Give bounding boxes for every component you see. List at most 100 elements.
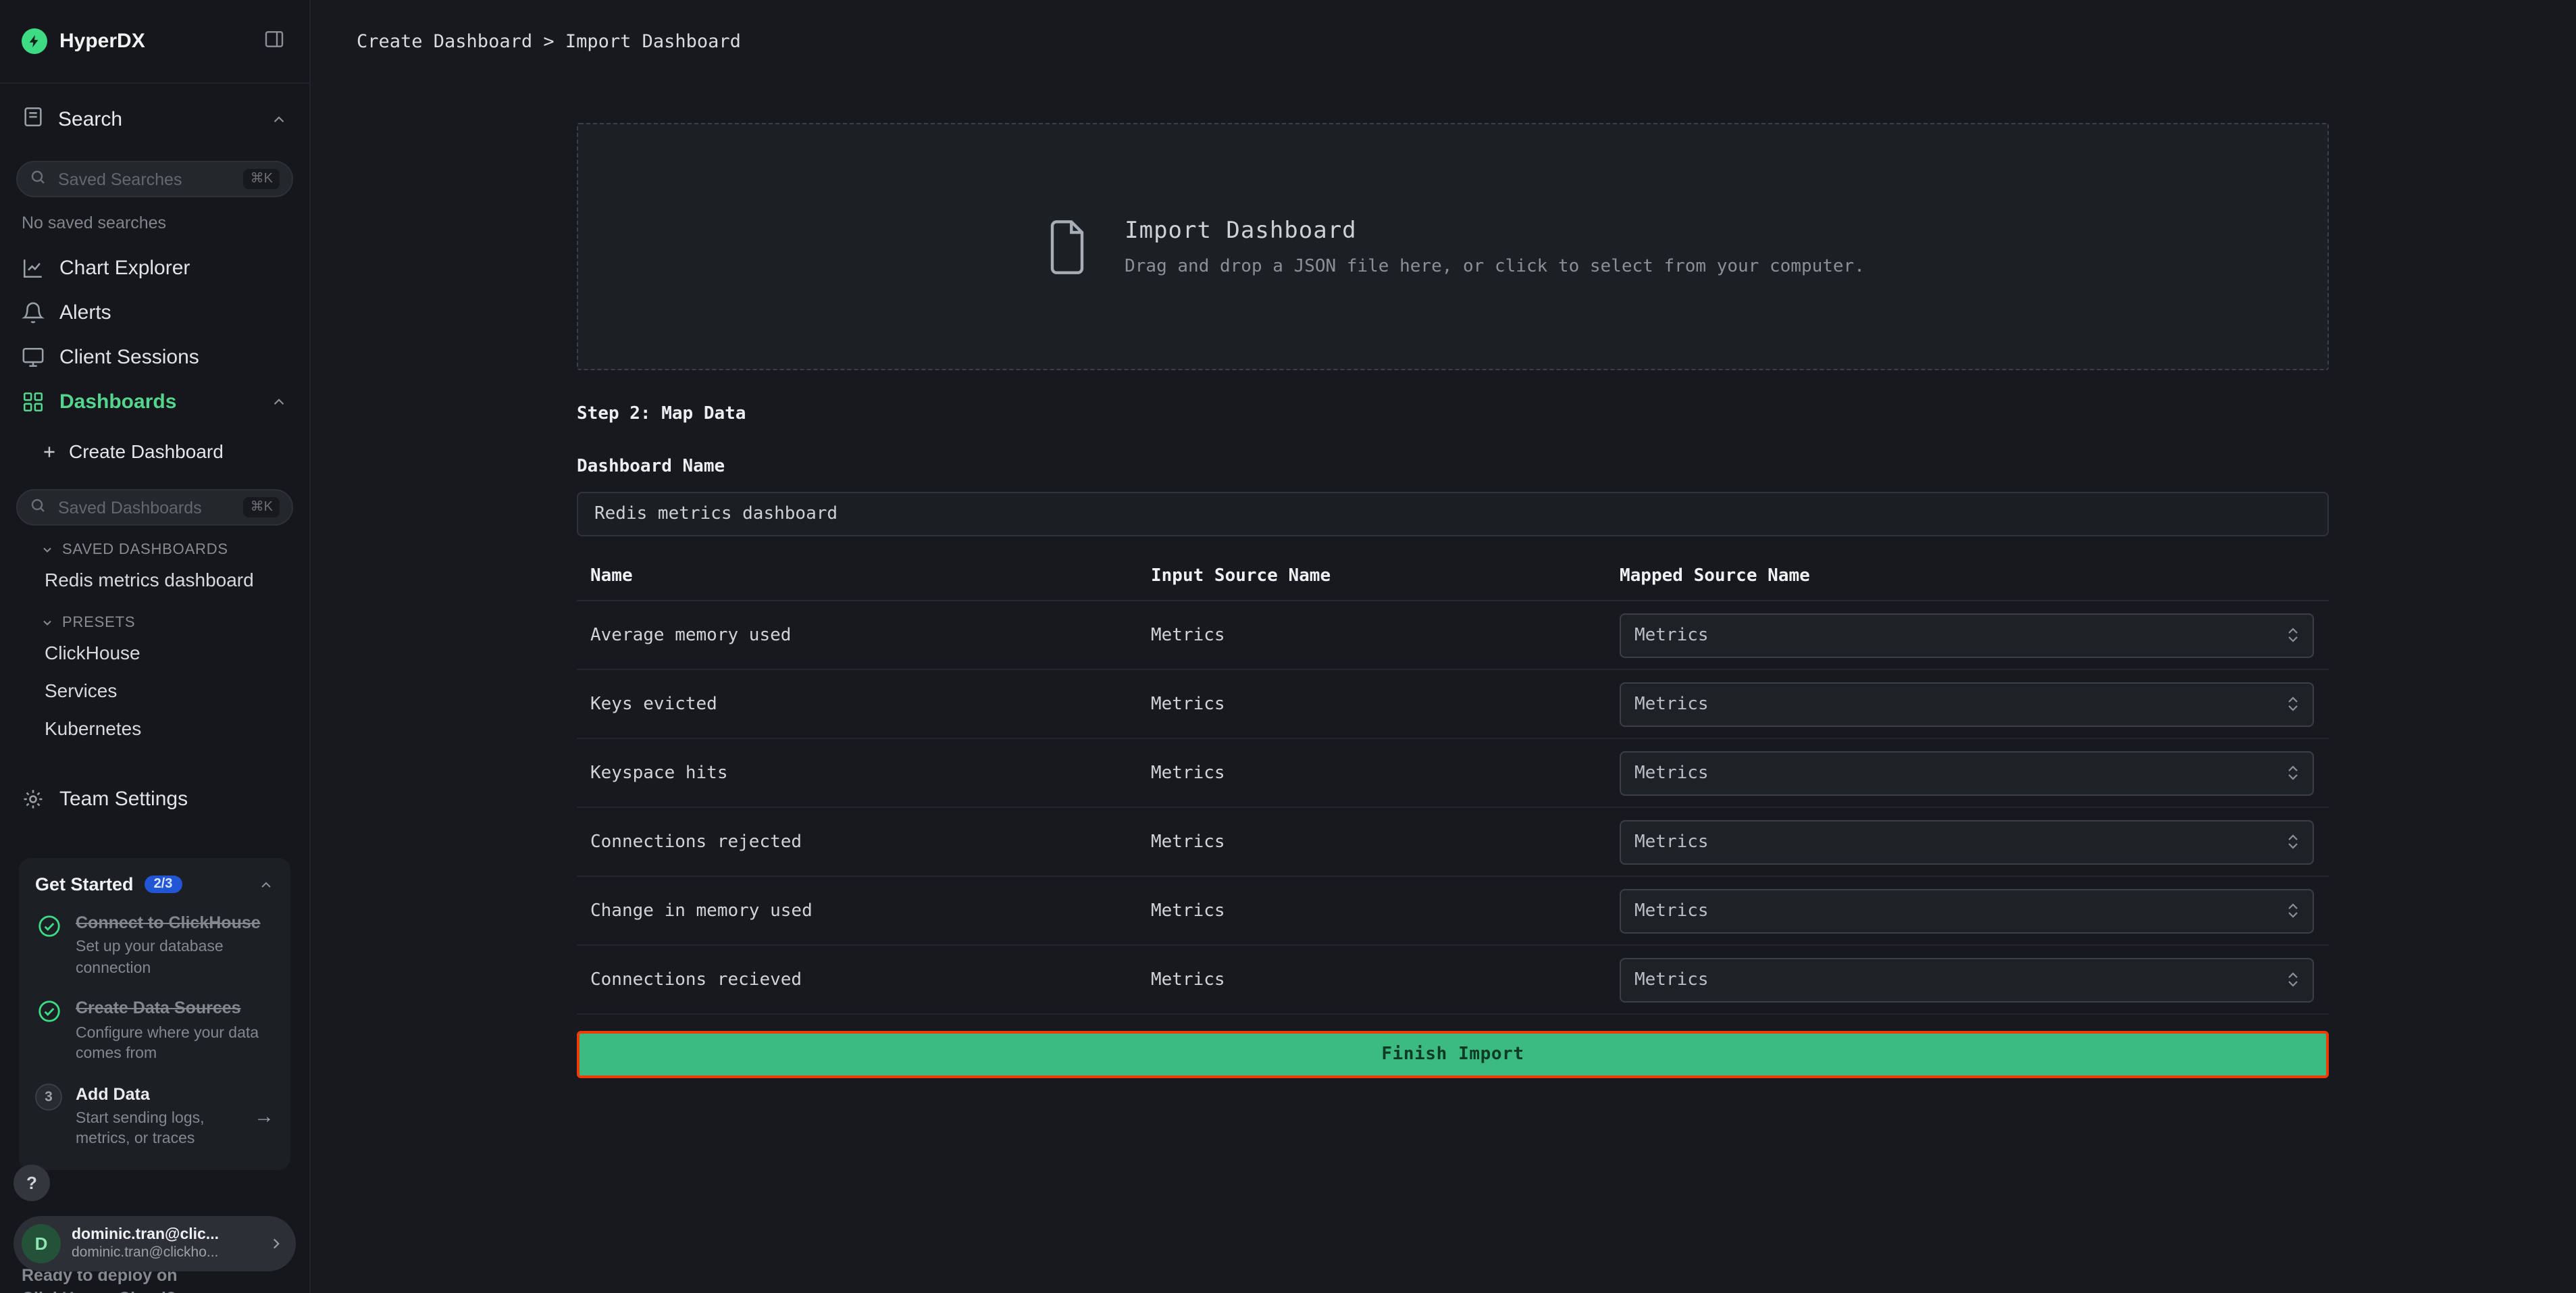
notebook-search-icon [22, 105, 45, 134]
hyperdx-logo-icon [22, 28, 47, 54]
saved-searches-searchbox[interactable]: ⌘K [16, 161, 293, 197]
select-chevrons-icon [2287, 696, 2299, 712]
select-chevrons-icon [2287, 903, 2299, 919]
chevron-up-icon [270, 393, 288, 411]
row-input-source: Metrics [1151, 694, 1620, 714]
preset-dashboard-item[interactable]: ClickHouse [0, 634, 309, 671]
search-section-header[interactable]: Search [0, 84, 309, 142]
selected-value: Metrics [1634, 901, 1709, 921]
check-circle-icon [35, 998, 62, 1025]
check-circle-icon [35, 912, 62, 939]
help-button[interactable]: ? [14, 1165, 50, 1201]
saved-dashboards-searchbox[interactable]: ⌘K [16, 489, 293, 526]
step-heading: Step 2: Map Data [577, 404, 2329, 424]
mapping-table: Name Input Source Name Mapped Source Nam… [577, 553, 2329, 1015]
sidebar-item-label: Client Sessions [59, 346, 199, 369]
sidebar-item-team-settings[interactable]: Team Settings [0, 777, 309, 821]
column-header-name: Name [577, 566, 1151, 586]
mapped-source-select[interactable]: Metrics [1620, 613, 2314, 657]
brand-logo[interactable]: HyperDX [22, 28, 145, 54]
saved-dashboards-group-header[interactable]: SAVED DASHBOARDS [0, 526, 309, 561]
monitor-icon [22, 346, 45, 369]
sidebar-header: HyperDX [0, 0, 309, 84]
user-email: dominic.tran@clickho... [72, 1244, 257, 1262]
get-started-item-body: Create Data Sources Configure where your… [76, 998, 274, 1066]
finish-import-button[interactable]: Finish Import [577, 1031, 2329, 1078]
sidebar-nav: Chart Explorer Alerts Client Sessions Da… [0, 246, 309, 821]
saved-dashboards-input[interactable] [55, 497, 234, 518]
get-started-card: Get Started 2/3 Connect to ClickHouse Se… [19, 858, 290, 1170]
create-dashboard-button[interactable]: Create Dashboard [0, 424, 309, 470]
row-input-source: Metrics [1151, 763, 1620, 783]
get-started-title: Get Started [35, 874, 134, 894]
get-started-item-body: Connect to ClickHouse Set up your databa… [76, 912, 274, 980]
file-icon [1041, 217, 1092, 276]
get-started-item-title: Connect to ClickHouse [76, 912, 274, 934]
app-root: HyperDX Search ⌘K No saved sear [0, 0, 2576, 1293]
mapped-source-select[interactable]: Metrics [1620, 819, 2314, 864]
create-dashboard-label: Create Dashboard [69, 440, 224, 462]
dropzone-title: Import Dashboard [1125, 217, 1865, 244]
sidebar-item-label: Team Settings [59, 788, 188, 811]
row-name: Average memory used [577, 625, 1151, 645]
sidebar-item-chart-explorer[interactable]: Chart Explorer [0, 246, 309, 290]
row-name: Keys evicted [577, 694, 1151, 714]
get-started-item-subtitle: Configure where your data comes from [76, 1023, 274, 1065]
row-name: Connections rejected [577, 832, 1151, 852]
preset-dashboard-item[interactable]: Services [0, 671, 309, 709]
search-icon [30, 495, 46, 519]
dashboards-grid-icon [22, 390, 45, 413]
search-section-label: Search [58, 108, 122, 131]
selected-value: Metrics [1634, 763, 1709, 783]
table-row: Average memory used Metrics Metrics [577, 601, 2329, 670]
table-row: Connections rejected Metrics Metrics [577, 808, 2329, 877]
get-started-header[interactable]: Get Started 2/3 [35, 874, 274, 894]
group-label: PRESETS [62, 615, 135, 631]
user-menu[interactable]: D dominic.tran@clic... dominic.tran@clic… [14, 1216, 296, 1271]
promo-line-2: ClickHouse Cloud? [22, 1288, 296, 1293]
get-started-item-add-data[interactable]: 3 Add Data Start sending logs, metrics, … [35, 1083, 274, 1151]
chevron-down-icon [41, 543, 54, 557]
presets-group-header[interactable]: PRESETS [0, 599, 309, 634]
group-label: SAVED DASHBOARDS [62, 542, 228, 558]
import-dashboard-content: Import Dashboard Drag and drop a JSON fi… [577, 84, 2329, 1078]
mapped-source-select[interactable]: Metrics [1620, 957, 2314, 1002]
get-started-item-subtitle: Set up your database connection [76, 938, 274, 980]
dropzone-inner: Import Dashboard Drag and drop a JSON fi… [1041, 217, 1865, 276]
row-input-source: Metrics [1151, 625, 1620, 645]
plus-icon [41, 442, 58, 460]
selected-value: Metrics [1634, 969, 1709, 990]
sidebar: HyperDX Search ⌘K No saved sear [0, 0, 311, 1293]
json-dropzone[interactable]: Import Dashboard Drag and drop a JSON fi… [577, 123, 2329, 370]
get-started-item-subtitle: Start sending logs, metrics, or traces [76, 1109, 240, 1151]
get-started-item-sources[interactable]: Create Data Sources Configure where your… [35, 998, 274, 1066]
selected-value: Metrics [1634, 694, 1709, 714]
mapped-source-select[interactable]: Metrics [1620, 682, 2314, 726]
dashboard-name-label: Dashboard Name [577, 457, 2329, 477]
sidebar-item-dashboards[interactable]: Dashboards [0, 380, 309, 424]
preset-dashboard-item[interactable]: Kubernetes [0, 709, 309, 747]
collapse-sidebar-button[interactable] [261, 26, 288, 57]
saved-searches-input[interactable] [55, 168, 234, 190]
chevron-right-icon [267, 1235, 285, 1252]
get-started-item-connect[interactable]: Connect to ClickHouse Set up your databa… [35, 912, 274, 980]
panel-collapse-icon [263, 28, 285, 54]
column-header-input-source: Input Source Name [1151, 566, 1620, 586]
sidebar-item-alerts[interactable]: Alerts [0, 290, 309, 335]
select-chevrons-icon [2287, 627, 2299, 643]
selected-value: Metrics [1634, 625, 1709, 645]
mapped-source-select[interactable]: Metrics [1620, 888, 2314, 933]
dropzone-text: Import Dashboard Drag and drop a JSON fi… [1125, 217, 1865, 276]
user-avatar: D [22, 1224, 61, 1263]
row-input-source: Metrics [1151, 901, 1620, 921]
mapped-source-select[interactable]: Metrics [1620, 751, 2314, 795]
saved-dashboard-item[interactable]: Redis metrics dashboard [0, 561, 309, 599]
get-started-item-title: Add Data [76, 1083, 240, 1105]
sidebar-item-label: Alerts [59, 301, 111, 324]
breadcrumb: Create Dashboard > Import Dashboard [357, 31, 741, 53]
chevron-up-icon [270, 111, 288, 128]
column-header-mapped-source: Mapped Source Name [1620, 566, 2329, 586]
sidebar-item-client-sessions[interactable]: Client Sessions [0, 335, 309, 380]
sidebar-item-label: Chart Explorer [59, 257, 190, 280]
dashboard-name-input[interactable] [577, 492, 2329, 536]
